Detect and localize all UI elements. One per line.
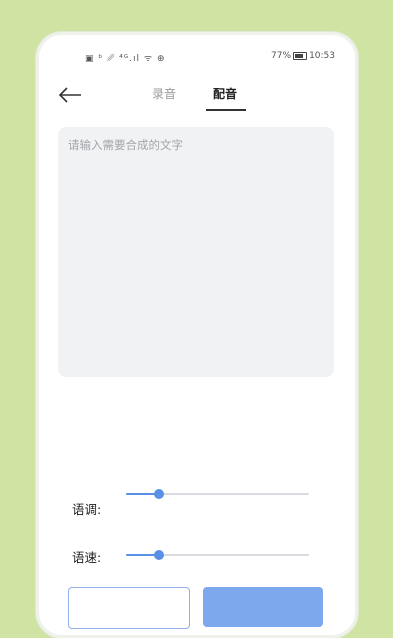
battery-icon: [293, 51, 308, 60]
arrow-left-icon[interactable]: [57, 83, 85, 107]
speed-slider[interactable]: [126, 547, 309, 563]
active-tab-indicator: [206, 109, 246, 111]
phone-frame: ▣ ᵇ ␥ ⁴ᴳ.ıl ᯤ ⊕ 77% 10:53 录音 配音 语调: 语速:: [36, 32, 358, 638]
status-icons: ▣ ᵇ ␥ ⁴ᴳ.ıl ᯤ ⊕: [85, 54, 166, 64]
secondary-button[interactable]: [68, 587, 190, 629]
text-input[interactable]: [58, 127, 334, 377]
tab-dub[interactable]: 配音: [213, 85, 237, 102]
primary-button[interactable]: [203, 587, 323, 627]
status-time: 10:53: [309, 51, 335, 61]
status-right: 77% 10:53: [271, 51, 335, 61]
speed-label: 语速:: [72, 550, 102, 565]
battery-percent: 77%: [271, 51, 292, 61]
speed-slider-thumb[interactable]: [153, 550, 164, 560]
tone-label: 语调:: [72, 502, 102, 517]
tone-slider[interactable]: [126, 486, 309, 502]
status-bar: ▣ ᵇ ␥ ⁴ᴳ.ıl ᯤ ⊕ 77% 10:53: [39, 49, 355, 65]
tab-record[interactable]: 录音: [152, 85, 176, 102]
tone-slider-thumb[interactable]: [153, 489, 164, 499]
